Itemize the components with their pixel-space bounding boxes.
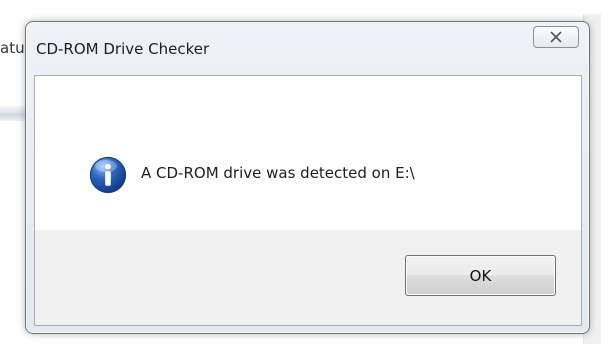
dialog-window: CD-ROM Drive Checker A CD-ROM drive was … (25, 21, 590, 334)
close-button[interactable] (533, 26, 579, 48)
background-top-strip (0, 0, 601, 20)
dialog-footer: OK (35, 230, 581, 325)
info-icon (89, 156, 127, 194)
close-icon (550, 31, 562, 43)
dialog-title: CD-ROM Drive Checker (36, 40, 210, 58)
message-area: A CD-ROM drive was detected on E:\ (35, 76, 581, 230)
dialog-client-area: A CD-ROM drive was detected on E:\ OK (34, 75, 582, 326)
ok-button[interactable]: OK (405, 255, 556, 296)
dialog-message: A CD-ROM drive was detected on E:\ (141, 164, 415, 182)
